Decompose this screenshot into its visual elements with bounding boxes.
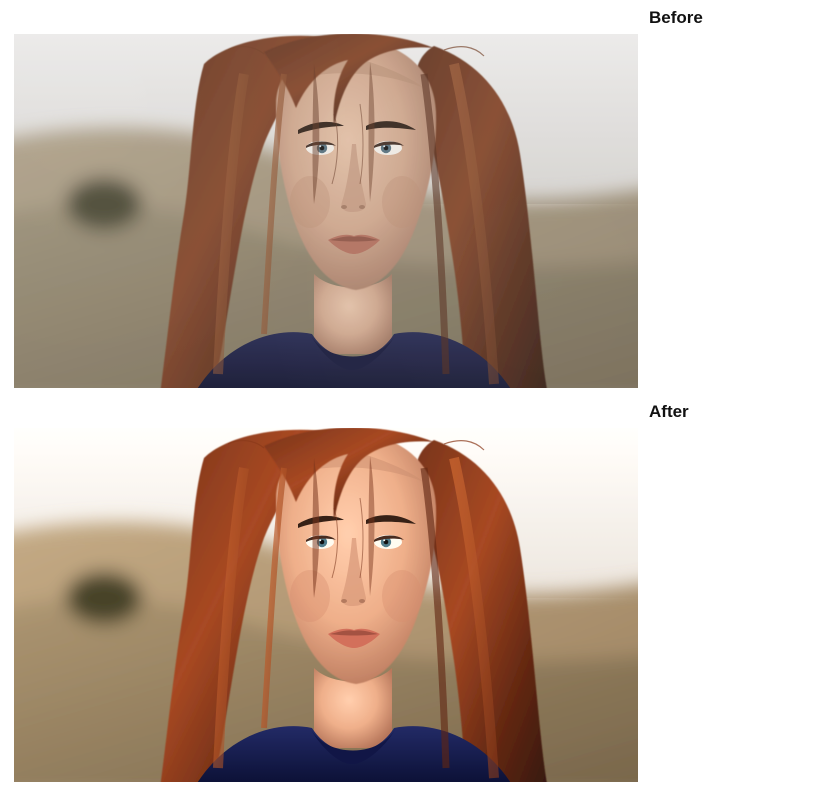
before-image — [14, 34, 638, 388]
after-label-row: After — [14, 402, 818, 422]
portrait-illustration-before — [14, 34, 638, 388]
after-label: After — [649, 402, 689, 422]
before-block: Before — [14, 8, 818, 388]
before-label: Before — [649, 8, 703, 28]
portrait-illustration-after — [14, 428, 638, 782]
after-block: After — [14, 402, 818, 782]
after-image — [14, 428, 638, 782]
before-label-row: Before — [14, 8, 818, 28]
